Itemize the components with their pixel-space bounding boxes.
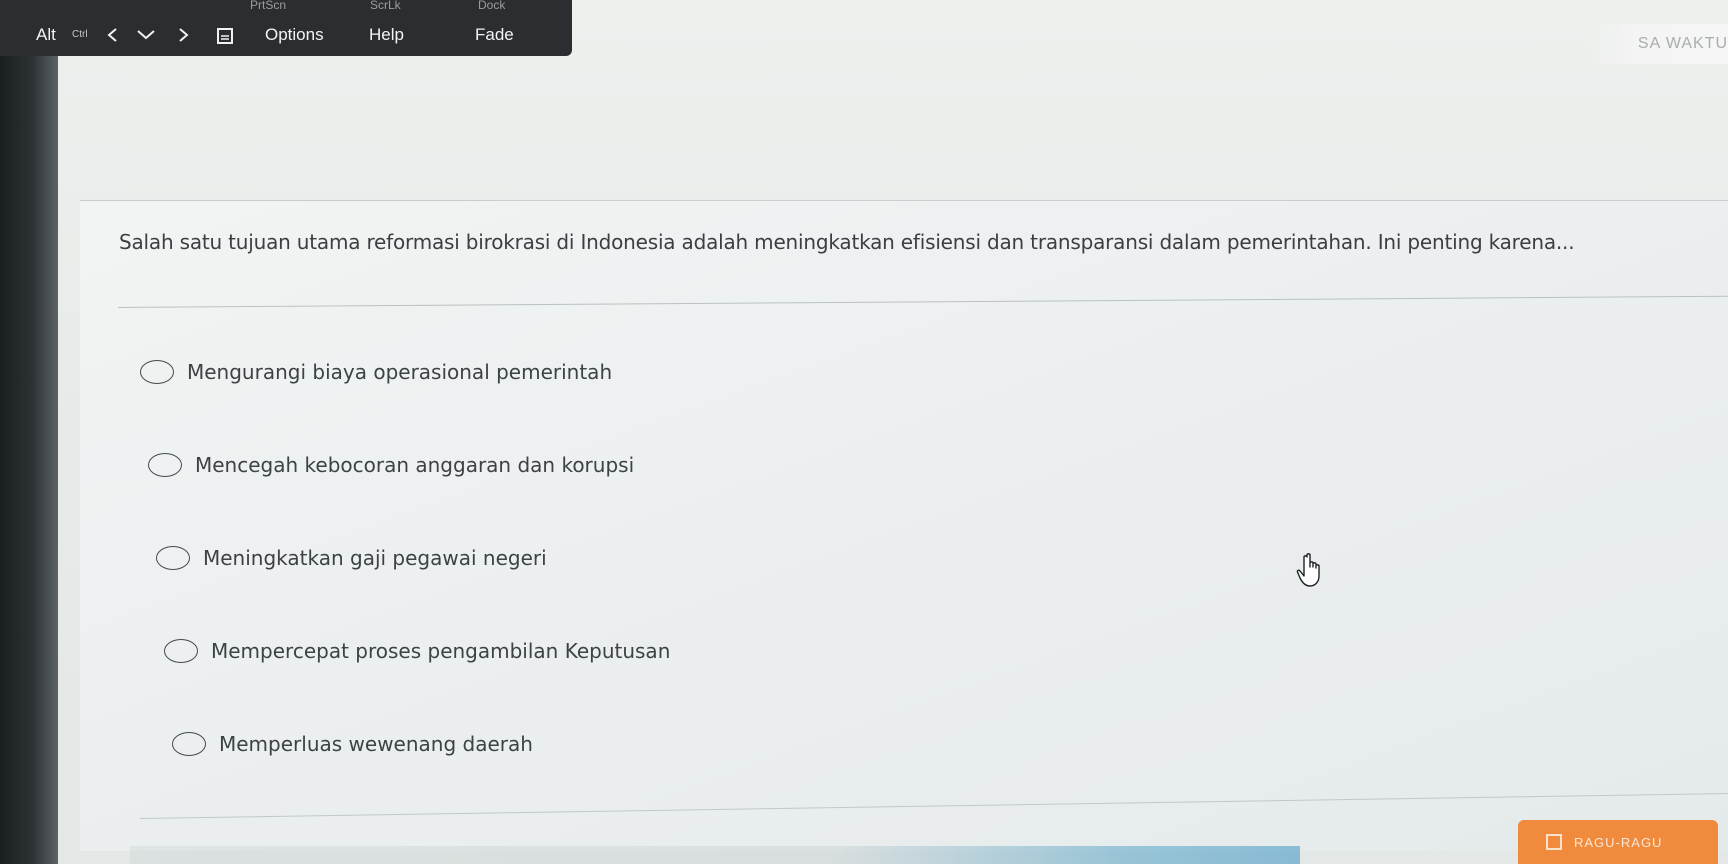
option-a-label: Mengurangi biaya operasional pemerintah: [187, 360, 613, 384]
chevron-down-icon[interactable]: [136, 20, 156, 50]
option-e[interactable]: Memperluas wewenang daerah: [172, 724, 533, 764]
ghost-label-scrlk: ScrLk: [370, 0, 401, 10]
doubt-button-label: RAGU-RAGU: [1574, 834, 1663, 850]
question-text: Salah satu tujuan utama reformasi birokr…: [119, 230, 1575, 254]
option-e-label: Memperluas wewenang daerah: [219, 732, 533, 756]
option-b[interactable]: Mencegah kebocoran anggaran dan korupsi: [148, 445, 634, 485]
ctrl-key-button[interactable]: Ctrl: [72, 20, 88, 50]
keyboard-icon[interactable]: [216, 20, 234, 50]
keyboard-toolbar: PrtScn ScrLk Dock Alt Ctrl Options Help …: [0, 0, 572, 56]
radio-icon[interactable]: [172, 732, 206, 756]
option-b-label: Mencegah kebocoran anggaran dan korupsi: [195, 453, 635, 477]
radio-icon[interactable]: [164, 639, 198, 663]
option-c[interactable]: Meningkatkan gaji pegawai negeri: [156, 538, 547, 578]
option-d[interactable]: Mempercepat proses pengambilan Keputusan: [164, 631, 670, 671]
option-d-label: Mempercepat proses pengambilan Keputusan: [211, 639, 671, 663]
ghost-label-dock: Dock: [478, 0, 506, 10]
radio-icon[interactable]: [140, 360, 174, 384]
hand-pointer-icon: [1296, 553, 1320, 587]
help-button[interactable]: Help: [369, 20, 404, 50]
option-a[interactable]: Mengurangi biaya operasional pemerintah: [140, 352, 612, 392]
exam-screen: PrtScn ScrLk Dock Alt Ctrl Options Help …: [0, 0, 1728, 864]
chevron-left-icon[interactable]: [106, 20, 120, 50]
bottom-nav-strip: [130, 846, 1300, 864]
toolbar-row: Alt Ctrl Options Help Fade: [0, 20, 572, 50]
screen-bezel: [0, 55, 58, 864]
doubt-checkbox[interactable]: [1546, 834, 1562, 850]
timer-label: SA WAKTU: [1588, 24, 1728, 64]
option-c-label: Meningkatkan gaji pegawai negeri: [203, 546, 547, 570]
chevron-right-icon[interactable]: [176, 20, 190, 50]
alt-key-button[interactable]: Alt: [36, 20, 56, 50]
ghost-label-prtscn: PrtScn: [250, 0, 287, 10]
options-button[interactable]: Options: [265, 20, 324, 50]
fade-button[interactable]: Fade: [475, 20, 514, 50]
radio-icon[interactable]: [156, 546, 190, 570]
doubt-button[interactable]: RAGU-RAGU: [1518, 820, 1718, 864]
radio-icon[interactable]: [148, 453, 182, 477]
